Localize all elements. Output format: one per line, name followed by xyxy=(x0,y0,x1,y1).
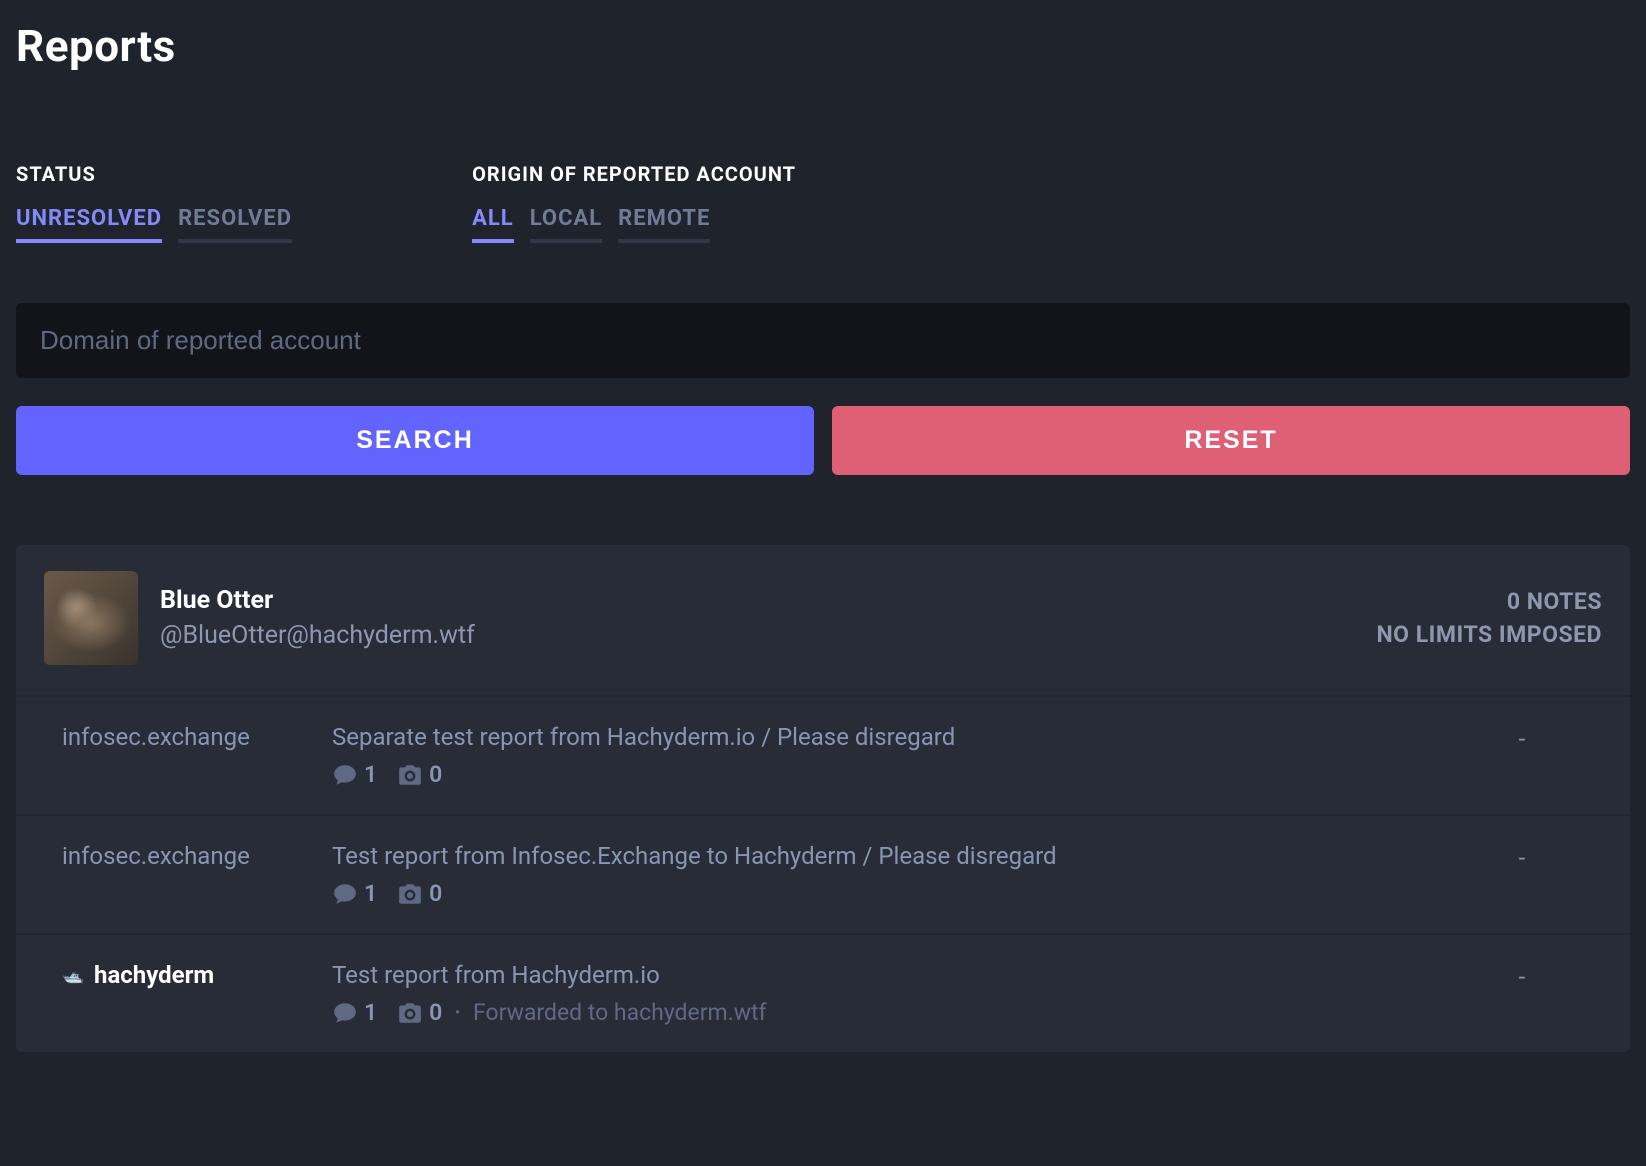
report-text: Separate test report from Hachyderm.io /… xyxy=(332,723,1432,751)
filter-label-status: STATUS xyxy=(16,162,292,186)
report-meta: 1 0 xyxy=(332,761,1432,788)
origin-tabs: ALL LOCAL REMOTE xyxy=(472,206,796,243)
tab-origin-remote[interactable]: REMOTE xyxy=(618,206,710,243)
search-button[interactable]: SEARCH xyxy=(16,406,814,475)
tab-origin-all[interactable]: ALL xyxy=(472,206,514,243)
comment-count: 1 xyxy=(364,880,377,907)
camera-icon xyxy=(397,1000,423,1026)
filter-label-origin: ORIGIN OF REPORTED ACCOUNT xyxy=(472,162,796,186)
report-text: Test report from Infosec.Exchange to Hac… xyxy=(332,842,1432,870)
report-meta: 1 0 · Forwarded to hachyderm.wtf xyxy=(332,999,1432,1026)
status-tabs: UNRESOLVED RESOLVED xyxy=(16,206,292,243)
comment-icon xyxy=(332,1000,358,1026)
filter-group-status: STATUS UNRESOLVED RESOLVED xyxy=(16,162,292,243)
media-count: 0 xyxy=(429,880,442,907)
account-handle: @BlueOtter@hachyderm.wtf xyxy=(160,621,1354,650)
report-source: 🛥️ hachyderm xyxy=(62,961,322,989)
domain-search-input[interactable] xyxy=(16,303,1630,378)
filter-group-origin: ORIGIN OF REPORTED ACCOUNT ALL LOCAL REM… xyxy=(472,162,796,243)
button-row: SEARCH RESET xyxy=(16,406,1630,475)
report-right: - xyxy=(1442,842,1602,872)
report-meta: 1 0 xyxy=(332,880,1432,907)
reset-button[interactable]: RESET xyxy=(832,406,1630,475)
filters-row: STATUS UNRESOLVED RESOLVED ORIGIN OF REP… xyxy=(16,162,1630,243)
report-card: Blue Otter @BlueOtter@hachyderm.wtf 0 NO… xyxy=(16,545,1630,1052)
report-right: - xyxy=(1442,961,1602,991)
source-avatar-icon: 🛥️ xyxy=(62,964,84,986)
account-names: Blue Otter @BlueOtter@hachyderm.wtf xyxy=(160,586,1354,650)
comment-icon xyxy=(332,762,358,788)
report-row[interactable]: 🛥️ hachyderm Test report from Hachyderm.… xyxy=(16,933,1630,1052)
tab-origin-local[interactable]: LOCAL xyxy=(530,206,602,243)
account-display-name: Blue Otter xyxy=(160,586,1354,615)
camera-icon xyxy=(397,762,423,788)
tab-status-resolved[interactable]: RESOLVED xyxy=(178,206,292,243)
separator-dot: · xyxy=(454,999,461,1026)
camera-icon xyxy=(397,881,423,907)
report-source-label: hachyderm xyxy=(94,961,214,989)
forwarded-label: Forwarded to hachyderm.wtf xyxy=(473,999,767,1026)
report-source: infosec.exchange xyxy=(62,842,322,870)
report-row[interactable]: infosec.exchange Test report from Infose… xyxy=(16,814,1630,933)
notes-count: 0 NOTES xyxy=(1376,588,1602,615)
tab-status-unresolved[interactable]: UNRESOLVED xyxy=(16,206,162,243)
report-source: infosec.exchange xyxy=(62,723,322,751)
comment-count: 1 xyxy=(364,999,377,1026)
report-summary: 0 NOTES NO LIMITS IMPOSED xyxy=(1376,588,1602,648)
report-right: - xyxy=(1442,723,1602,753)
report-card-header[interactable]: Blue Otter @BlueOtter@hachyderm.wtf 0 NO… xyxy=(16,545,1630,695)
report-text: Test report from Hachyderm.io xyxy=(332,961,1432,989)
limits-status: NO LIMITS IMPOSED xyxy=(1376,621,1602,648)
page-title: Reports xyxy=(16,20,1630,72)
comment-count: 1 xyxy=(364,761,377,788)
avatar xyxy=(44,571,138,665)
report-row[interactable]: infosec.exchange Separate test report fr… xyxy=(16,695,1630,814)
media-count: 0 xyxy=(429,761,442,788)
comment-icon xyxy=(332,881,358,907)
media-count: 0 xyxy=(429,999,442,1026)
